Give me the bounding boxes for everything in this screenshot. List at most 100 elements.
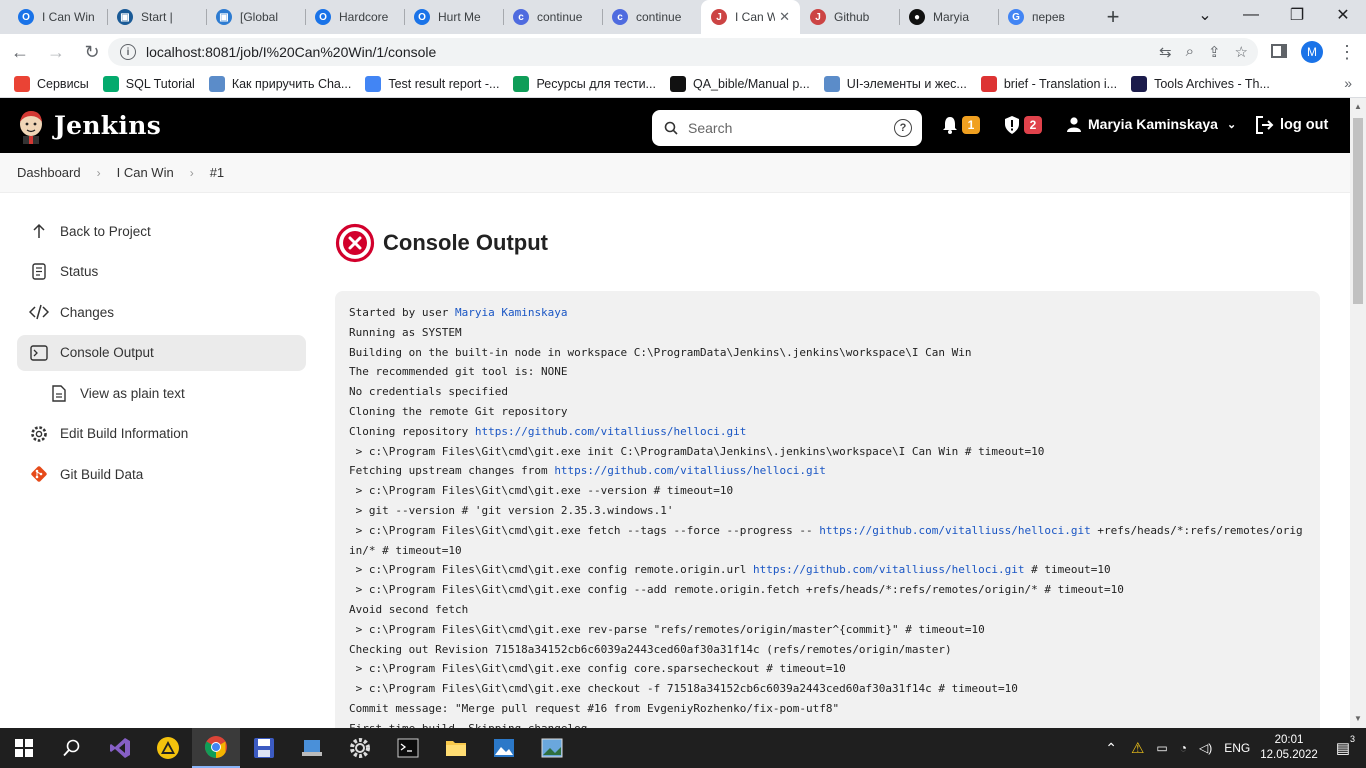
side-item-console-output[interactable]: Console Output	[17, 334, 306, 371]
security-button[interactable]: 2	[1004, 116, 1042, 134]
bookmark-item[interactable]: Test result report -...	[365, 75, 499, 92]
close-tab-icon[interactable]: ✕	[779, 9, 790, 25]
new-tab-button[interactable]: +	[1097, 0, 1129, 34]
console-link[interactable]: https://github.com/vitalliuss/helloci.gi…	[554, 464, 826, 477]
bookmark-item[interactable]: Ресурсы для тести...	[513, 75, 656, 92]
language-indicator[interactable]: ENG	[1224, 741, 1250, 755]
visual-studio-icon[interactable]	[96, 728, 144, 768]
bookmark-item[interactable]: UI-элементы и жес...	[823, 75, 967, 92]
forward-icon[interactable]: →	[40, 36, 72, 68]
breadcrumb-job[interactable]: I Can Win	[117, 165, 174, 180]
save-disk-icon[interactable]	[240, 728, 288, 768]
terminal-icon[interactable]	[384, 728, 432, 768]
user-menu[interactable]: Maryia Kaminskaya ⌄	[1066, 116, 1236, 132]
side-item-git-build-data[interactable]: Git Build Data	[17, 456, 306, 492]
zoom-icon[interactable]: ⌕	[1186, 43, 1194, 61]
scroll-down-icon[interactable]: ▼	[1354, 714, 1362, 723]
browser-tab[interactable]: J Github	[800, 0, 899, 34]
action-center-icon[interactable]: ▤ 3	[1336, 734, 1357, 757]
logout-button[interactable]: log out	[1255, 116, 1328, 134]
console-text: > git --version # 'git version 2.35.3.wi…	[349, 503, 674, 517]
browser-menu-icon[interactable]: ⋮	[1338, 41, 1356, 63]
search-box[interactable]: ?	[652, 110, 922, 146]
notifications-button[interactable]: 1	[942, 116, 980, 134]
browser-tab[interactable]: ▣ [Global	[206, 0, 305, 34]
translate-icon[interactable]: ⇆	[1159, 43, 1172, 61]
battery-icon[interactable]: ▭	[1156, 741, 1167, 755]
browser-tab[interactable]: O I Can Win	[8, 0, 107, 34]
chrome-icon[interactable]	[192, 728, 240, 768]
photos-icon[interactable]	[480, 728, 528, 768]
side-item-back-to-project[interactable]: Back to Project	[17, 213, 306, 249]
profile-avatar[interactable]: M	[1301, 41, 1323, 63]
scrollbar-thumb[interactable]	[1353, 118, 1363, 304]
bookmark-item[interactable]: Сервисы	[14, 75, 89, 92]
breadcrumb-dashboard[interactable]: Dashboard	[17, 165, 81, 180]
computer-icon[interactable]	[288, 728, 336, 768]
browser-tab[interactable]: c continue	[503, 0, 602, 34]
browser-tab[interactable]: J I Can Win✕	[701, 0, 800, 34]
search-input[interactable]	[688, 120, 878, 136]
tab-title: перев	[1032, 10, 1065, 24]
breadcrumb-build[interactable]: #1	[210, 165, 224, 180]
reload-icon[interactable]: ↻	[76, 36, 108, 68]
browser-tab[interactable]: ▣ Start |	[107, 0, 206, 34]
browser-tab[interactable]: c continue	[602, 0, 701, 34]
jenkins-brand[interactable]: Jenkins	[54, 111, 161, 140]
back-icon[interactable]: ←	[4, 36, 36, 68]
browser-tab[interactable]: O Hardcore	[305, 0, 404, 34]
clock[interactable]: 20:01 12.05.2022	[1260, 733, 1318, 763]
wifi-icon[interactable]: ◔	[1180, 741, 1187, 755]
windows-start-icon[interactable]	[0, 728, 48, 768]
bookmark-item[interactable]: Как приручить Cha...	[208, 75, 352, 92]
page-scrollbar[interactable]: ▲ ▼	[1350, 98, 1366, 730]
git-icon	[29, 464, 49, 484]
console-line: Avoid second fetch	[349, 600, 1306, 620]
page-header: Console Output	[335, 223, 548, 263]
bookmark-item[interactable]: SQL Tutorial	[102, 75, 195, 92]
side-panel-icon[interactable]	[1271, 44, 1287, 58]
search-icon[interactable]	[48, 728, 96, 768]
maximize-icon[interactable]: ❐	[1274, 0, 1320, 30]
browser-tab[interactable]: ● Maryia	[899, 0, 998, 34]
bookmark-label: QA_bible/Manual p...	[692, 76, 810, 91]
chevron-up-icon[interactable]: ⌃	[1105, 740, 1117, 757]
bookmark-item[interactable]: brief - Translation i...	[980, 75, 1117, 92]
gear-icon	[29, 424, 49, 444]
console-link[interactable]: https://github.com/vitalliuss/helloci.gi…	[819, 524, 1091, 537]
side-item-status[interactable]: Status	[17, 254, 306, 290]
side-item-view-as-plain-text[interactable]: View as plain text	[17, 375, 306, 411]
side-item-changes[interactable]: Changes	[17, 294, 306, 330]
jenkins-logo-icon[interactable]	[16, 108, 46, 144]
browser-tab[interactable]: O Hurt Me	[404, 0, 503, 34]
scroll-up-icon[interactable]: ▲	[1354, 102, 1362, 111]
file-explorer-icon[interactable]	[432, 728, 480, 768]
bookmark-star-icon[interactable]: ☆	[1235, 43, 1248, 61]
address-bar[interactable]: i localhost:8081/job/I%20Can%20Win/1/con…	[108, 38, 1258, 66]
logout-label: log out	[1280, 117, 1329, 133]
image-viewer-icon[interactable]	[528, 728, 576, 768]
minimize-icon[interactable]: —	[1228, 0, 1274, 30]
more-bookmarks-icon[interactable]: »	[1344, 75, 1352, 91]
volume-icon[interactable]: ◁)	[1199, 741, 1212, 755]
warning-icon[interactable]: ⚠	[1131, 739, 1144, 757]
bookmark-item[interactable]: Tools Archives - Th...	[1131, 75, 1270, 92]
console-text: > c:\Program Files\Git\cmd\git.exe confi…	[349, 583, 1124, 597]
console-text: Cloning repository	[349, 424, 475, 438]
console-link[interactable]: https://github.com/vitalliuss/helloci.gi…	[475, 425, 747, 438]
bookmark-item[interactable]: QA_bible/Manual p...	[669, 75, 810, 92]
tab-search-icon[interactable]: ⌄	[1182, 0, 1228, 30]
site-info-icon[interactable]: i	[120, 44, 136, 60]
qa-icon	[1131, 75, 1148, 92]
browser-tab[interactable]: Gперев	[998, 0, 1097, 34]
close-window-icon[interactable]: ✕	[1320, 0, 1366, 30]
settings-gear-icon[interactable]	[336, 728, 384, 768]
jmeter-icon[interactable]	[144, 728, 192, 768]
share-icon[interactable]: ⇪	[1208, 43, 1221, 61]
side-item-edit-build-information[interactable]: Edit Build Information	[17, 416, 306, 452]
terminal-icon	[29, 343, 49, 363]
bookmark-label: Как приручить Cha...	[231, 76, 352, 91]
search-help-icon[interactable]: ?	[894, 119, 912, 137]
console-link[interactable]: https://github.com/vitalliuss/helloci.gi…	[753, 563, 1025, 576]
console-link[interactable]: Maryia Kaminskaya	[455, 306, 568, 319]
